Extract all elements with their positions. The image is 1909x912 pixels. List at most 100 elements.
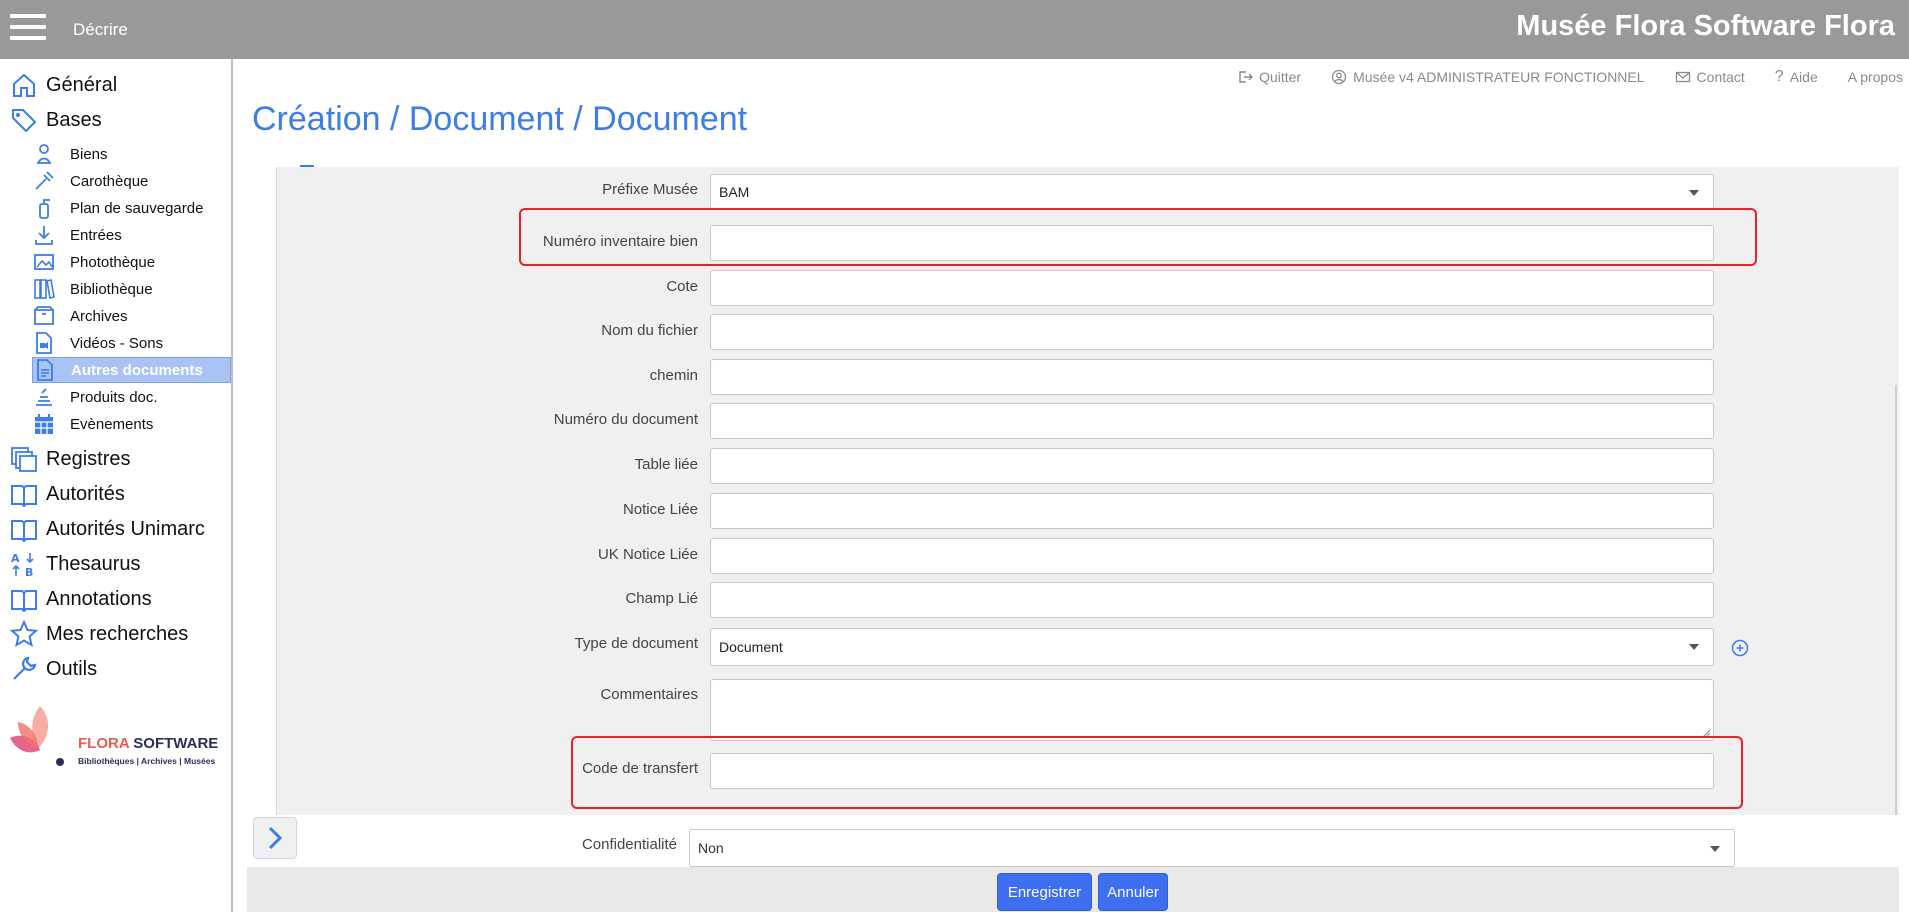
commentaires-textarea[interactable] bbox=[710, 679, 1714, 741]
user-label: Musée v4 ADMINISTRATEUR FONCTIONNEL bbox=[1353, 69, 1645, 85]
page-title: Création / Document / Document bbox=[252, 100, 748, 138]
sidebar-item-label: Autres documents bbox=[71, 361, 203, 379]
mail-icon bbox=[1675, 71, 1690, 83]
quit-label: Quitter bbox=[1259, 69, 1302, 85]
sidebar-item-plan-sauvegarde[interactable]: Plan de sauvegarde bbox=[32, 195, 231, 221]
sidebar-item-entrees[interactable]: Entrées bbox=[32, 222, 231, 248]
table-liee-label: Table liée bbox=[634, 456, 698, 473]
notice-liee-label: Notice Liée bbox=[622, 501, 698, 518]
fire-extinguisher-icon bbox=[39, 199, 50, 219]
sidebar-item-label: Bibliothèque bbox=[70, 280, 153, 298]
sidebar-item-annotations[interactable]: Annotations bbox=[0, 582, 231, 616]
uk-notice-input[interactable] bbox=[710, 538, 1714, 574]
cancel-button[interactable]: Annuler bbox=[1098, 873, 1168, 911]
highlight-code-transfert bbox=[571, 736, 1743, 809]
save-button[interactable]: Enregistrer bbox=[997, 873, 1092, 911]
add-circle-icon[interactable] bbox=[1731, 639, 1749, 657]
flora-software-logo: FLORA SOFTWARE Bibliothèques | Archives … bbox=[6, 704, 226, 784]
user-link[interactable]: Musée v4 ADMINISTRATEUR FONCTIONNEL bbox=[1331, 68, 1645, 86]
sidebar-item-produits-doc[interactable]: Produits doc. bbox=[32, 384, 231, 410]
sidebar-item-label: Thesaurus bbox=[46, 552, 141, 575]
registers-icon bbox=[11, 447, 37, 472]
svg-text:A: A bbox=[11, 552, 20, 565]
contact-link[interactable]: Contact bbox=[1675, 68, 1745, 86]
numero-doc-label: Numéro du document bbox=[553, 411, 698, 428]
champ-lie-input[interactable] bbox=[710, 582, 1714, 618]
sidebar-item-autres-documents[interactable]: Autres documents bbox=[32, 357, 231, 383]
about-link[interactable]: A propos bbox=[1848, 68, 1903, 86]
sidebar-item-biens[interactable]: Biens bbox=[32, 141, 231, 167]
archive-box-icon bbox=[34, 306, 54, 325]
numero-doc-input[interactable] bbox=[710, 403, 1714, 439]
confidentialite-label: Confidentialité bbox=[581, 836, 677, 853]
sidebar-item-label: Biens bbox=[70, 145, 108, 163]
commentaires-label: Commentaires bbox=[600, 686, 698, 703]
sidebar-item-thesaurus[interactable]: AB Thesaurus bbox=[0, 547, 231, 581]
nom-fichier-input[interactable] bbox=[710, 314, 1714, 350]
question-icon: ? bbox=[1774, 68, 1784, 85]
sidebar-item-phototheque[interactable]: Photothèque bbox=[32, 249, 231, 275]
sidebar-item-carotheque[interactable]: Carothèque bbox=[32, 168, 231, 194]
sidebar-item-label: Mes recherches bbox=[46, 622, 189, 645]
sidebar-item-label: Bases bbox=[46, 108, 102, 131]
confidentialite-value: Non bbox=[698, 840, 724, 856]
sidebar-item-label: Produits doc. bbox=[70, 388, 158, 406]
help-link[interactable]: ? Aide bbox=[1775, 68, 1818, 86]
sidebar-item-mes-recherches[interactable]: Mes recherches bbox=[0, 617, 231, 651]
sidebar-item-general[interactable]: Général bbox=[0, 68, 231, 102]
video-file-icon bbox=[36, 332, 52, 354]
sidebar-item-bibliotheque[interactable]: Bibliothèque bbox=[32, 276, 231, 302]
bust-icon bbox=[37, 144, 51, 164]
sidebar-item-videos-sons[interactable]: Vidéos - Sons bbox=[32, 330, 231, 356]
logo-tagline: Bibliothèques | Archives | Musées bbox=[78, 756, 216, 766]
sidebar-item-registres[interactable]: Registres bbox=[0, 442, 231, 476]
sidebar-item-autorites-unimarc[interactable]: Autorités Unimarc bbox=[0, 512, 231, 546]
pipette-icon bbox=[35, 171, 54, 190]
sidebar-item-label: Annotations bbox=[46, 587, 152, 610]
logo-brand: FLORA SOFTWARE bbox=[78, 735, 219, 752]
download-icon bbox=[35, 226, 53, 245]
prefixe-select[interactable]: BAM bbox=[710, 174, 1714, 210]
open-book-icon bbox=[11, 590, 37, 613]
prefixe-label: Préfixe Musée bbox=[602, 181, 698, 198]
hamburger-menu-icon[interactable] bbox=[10, 14, 46, 40]
table-liee-input[interactable] bbox=[710, 448, 1714, 484]
wrench-icon bbox=[13, 656, 37, 680]
app-title: Musée Flora Software Flora bbox=[1516, 10, 1895, 42]
contact-label: Contact bbox=[1696, 69, 1745, 85]
sidebar-item-label: Autorités bbox=[46, 482, 125, 505]
sidebar-item-archives[interactable]: Archives bbox=[32, 303, 231, 329]
calendar-icon bbox=[35, 414, 53, 434]
type-doc-value: Document bbox=[719, 639, 783, 655]
scrollbar[interactable] bbox=[1895, 385, 1897, 865]
star-icon bbox=[10, 620, 38, 648]
top-links: Quitter Musée v4 ADMINISTRATEUR FONCTION… bbox=[1237, 68, 1903, 86]
books-icon bbox=[34, 279, 55, 299]
svg-text:B: B bbox=[25, 566, 33, 578]
open-book-icon bbox=[11, 485, 37, 508]
chevron-down-icon bbox=[1689, 190, 1699, 196]
sidebar-item-label: Autorités Unimarc bbox=[46, 517, 205, 540]
sidebar-item-label: Photothèque bbox=[70, 253, 156, 271]
cote-label: Cote bbox=[666, 278, 698, 295]
confidentialite-select[interactable]: Non bbox=[689, 829, 1735, 867]
quit-link[interactable]: Quitter bbox=[1237, 68, 1301, 86]
cote-input[interactable] bbox=[710, 270, 1714, 306]
about-label: A propos bbox=[1847, 69, 1903, 85]
nom-fichier-label: Nom du fichier bbox=[601, 322, 698, 339]
sidebar-item-evenements[interactable]: Evènements bbox=[32, 411, 231, 437]
notice-liee-input[interactable] bbox=[710, 493, 1714, 529]
sidebar-item-label: Archives bbox=[70, 307, 128, 325]
prefixe-value: BAM bbox=[719, 184, 750, 200]
sidebar-item-bases[interactable]: Bases bbox=[0, 103, 231, 137]
sidebar-item-autorites[interactable]: Autorités bbox=[0, 477, 231, 511]
section-title: Décrire bbox=[73, 20, 128, 39]
home-icon bbox=[13, 73, 35, 97]
type-doc-select[interactable]: Document bbox=[710, 628, 1714, 666]
champ-lie-label: Champ Lié bbox=[625, 590, 698, 607]
panel-collapse-marker bbox=[300, 165, 314, 167]
stack-icon bbox=[36, 388, 52, 406]
document-icon bbox=[37, 359, 53, 381]
sidebar-item-outils[interactable]: Outils bbox=[0, 652, 231, 686]
chemin-input[interactable] bbox=[710, 359, 1714, 395]
